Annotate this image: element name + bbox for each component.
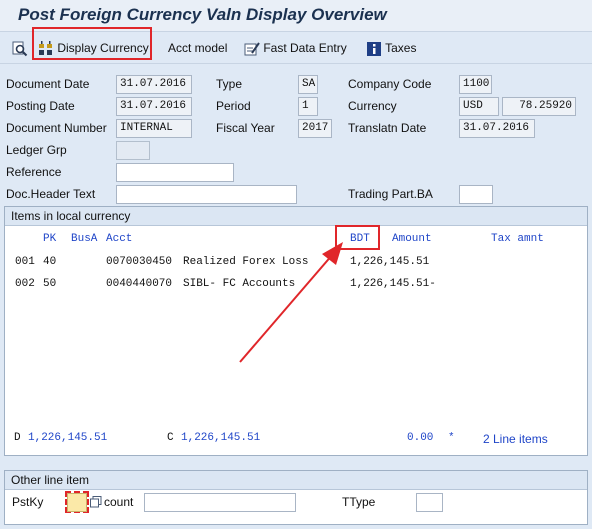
account-label: count — [104, 495, 134, 509]
ttype-label: TType — [342, 495, 376, 509]
annotation-arrow-icon — [239, 242, 343, 363]
pstky-field[interactable] — [67, 493, 87, 512]
other-line-item-title: Other line item — [5, 471, 587, 490]
ttype-field[interactable] — [416, 493, 443, 512]
account-field[interactable] — [144, 493, 296, 512]
copy-icon[interactable] — [90, 496, 102, 508]
pstky-label: PstKy — [12, 495, 44, 509]
